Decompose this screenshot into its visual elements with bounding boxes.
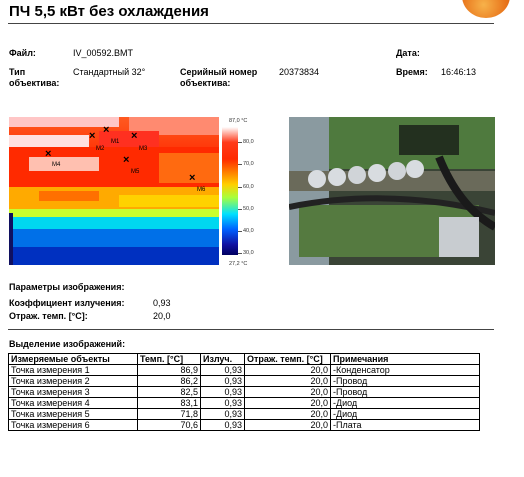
table-row: Точка измерения 3 82,5 0,93 20,0 -Провод	[8, 386, 480, 398]
cell-refl-temp: 20,0	[244, 419, 331, 431]
file-value: IV_00592.BMT	[73, 48, 134, 58]
table-row: Точка измерения 4 83,1 0,93 20,0 -Диод	[8, 397, 480, 409]
marker-label-m1: M1	[111, 139, 120, 145]
scale-max: 87,0 °C	[229, 118, 248, 124]
cell-emissivity: 0,93	[200, 386, 245, 398]
scale-tick-label: 60,0	[243, 184, 254, 190]
cell-refl-temp: 20,0	[244, 364, 331, 376]
scale-tick-label: 30,0	[243, 250, 254, 256]
column-header: Излуч.	[200, 353, 245, 365]
cell-refl-temp: 20,0	[244, 397, 331, 409]
scale-tick-label: 80,0	[243, 139, 254, 145]
table-row: Точка измерения 2 86,2 0,93 20,0 -Провод	[8, 375, 480, 387]
scale-tick-label: 70,0	[243, 161, 254, 167]
section-divider	[8, 329, 494, 330]
column-header: Темп. [°C]	[137, 353, 201, 365]
cell-object: Точка измерения 3	[8, 386, 138, 398]
cell-temp: 86,2	[137, 375, 201, 387]
serial-label-2: объектива:	[180, 78, 231, 88]
page-title: ПЧ 5,5 кВт без охлаждения	[9, 3, 209, 20]
scale-tick	[238, 253, 242, 254]
brand-logo	[462, 0, 510, 18]
file-label: Файл:	[9, 48, 36, 58]
title-divider	[8, 23, 494, 24]
lens-type-label-1: Тип	[9, 67, 26, 77]
params-heading: Параметры изображения:	[9, 282, 125, 292]
cell-temp: 86,9	[137, 364, 201, 376]
cell-temp: 70,6	[137, 419, 201, 431]
scale-tick	[238, 142, 242, 143]
marker-cross-m3: ×	[131, 130, 138, 142]
refl-temp-value: 20,0	[153, 311, 171, 321]
time-value: 16:46:13	[441, 67, 477, 77]
lens-type-label-2: объектива:	[9, 78, 60, 88]
column-header: Измеряемые объекты	[8, 353, 138, 365]
visual-photo	[289, 117, 495, 265]
cell-emissivity: 0,93	[200, 364, 245, 376]
time-label: Время:	[396, 67, 428, 77]
cell-emissivity: 0,93	[200, 419, 245, 431]
measurement-table: Измеряемые объекты Темп. [°C] Излуч. Отр…	[8, 353, 480, 431]
table-row: Точка измерения 5 71,8 0,93 20,0 -Диод	[8, 408, 480, 420]
cell-temp: 83,1	[137, 397, 201, 409]
cell-emissivity: 0,93	[200, 375, 245, 387]
marker-cross-m2: ×	[89, 130, 96, 142]
cell-temp: 71,8	[137, 408, 201, 420]
table-row: Точка измерения 6 70,6 0,93 20,0 -Плата	[8, 419, 480, 431]
cell-object: Точка измерения 5	[8, 408, 138, 420]
scale-min: 27,2 °C	[229, 261, 248, 267]
cell-refl-temp: 20,0	[244, 408, 331, 420]
table-header-row: Измеряемые объекты Темп. [°C] Излуч. Отр…	[8, 353, 480, 365]
cell-object: Точка измерения 6	[8, 419, 138, 431]
scale-tick-label: 40,0	[243, 228, 254, 234]
emissivity-value: 0,93	[153, 298, 171, 308]
cell-note: -Провод	[330, 375, 480, 387]
serial-value: 20373834	[279, 67, 320, 77]
column-header: Отраж. темп. [°C]	[244, 353, 331, 365]
marker-cross-m1: ×	[103, 124, 110, 136]
marker-cross-m6: ×	[189, 172, 196, 184]
cell-object: Точка измерения 1	[8, 364, 138, 376]
marker-label-m6: M6	[197, 187, 206, 193]
marker-label-m5: M5	[131, 169, 140, 175]
emissivity-label: Коэффициент излучения:	[9, 298, 125, 308]
date-label: Дата:	[396, 48, 420, 58]
lens-type-value: Стандартный 32°	[73, 67, 146, 77]
serial-label-1: Серийный номер	[180, 67, 258, 77]
cell-refl-temp: 20,0	[244, 386, 331, 398]
scale-tick	[238, 231, 242, 232]
refl-temp-label: Отраж. темп. [°C]:	[9, 311, 88, 321]
scale-tick-label: 50,0	[243, 206, 254, 212]
cell-note: -Диод	[330, 408, 480, 420]
cell-emissivity: 0,93	[200, 408, 245, 420]
cell-refl-temp: 20,0	[244, 375, 331, 387]
temperature-scale	[222, 127, 238, 255]
cell-emissivity: 0,93	[200, 397, 245, 409]
marker-cross-m4: ×	[45, 148, 52, 160]
cell-object: Точка измерения 2	[8, 375, 138, 387]
marker-label-m4: M4	[52, 162, 61, 168]
column-header: Примечания	[330, 353, 480, 365]
marker-label-m3: M3	[139, 146, 148, 152]
cell-note: -Плата	[330, 419, 480, 431]
scale-tick	[238, 164, 242, 165]
selection-heading: Выделение изображений:	[9, 339, 126, 349]
scale-tick	[238, 209, 242, 210]
marker-cross-m5: ×	[123, 154, 130, 166]
cell-object: Точка измерения 4	[8, 397, 138, 409]
cell-temp: 82,5	[137, 386, 201, 398]
marker-label-m2: M2	[96, 146, 105, 152]
cell-note: -Диод	[330, 397, 480, 409]
cell-note: -Провод	[330, 386, 480, 398]
cell-note: -Конденсатор	[330, 364, 480, 376]
scale-tick	[238, 187, 242, 188]
table-row: Точка измерения 1 86,9 0,93 20,0 -Конден…	[8, 364, 480, 376]
